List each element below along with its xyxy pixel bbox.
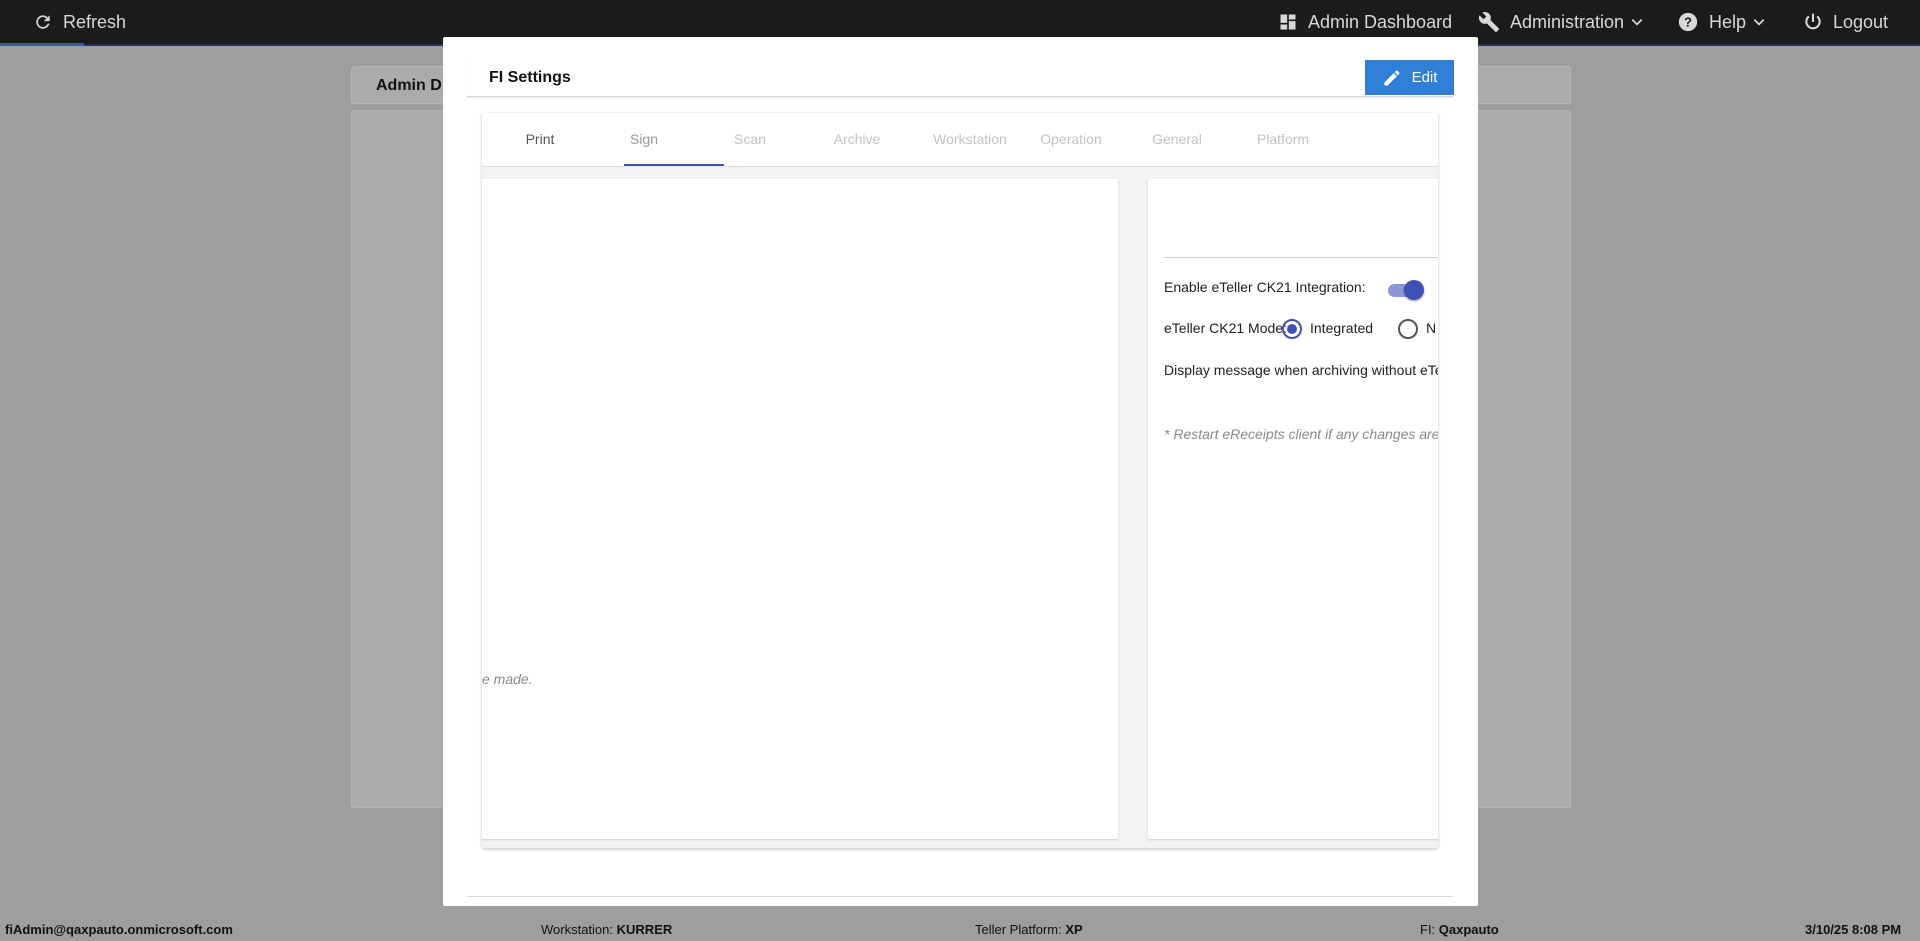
admin-dashboard-label: Admin Dashboard xyxy=(1308,11,1453,32)
tab-workstation[interactable]: Workstation xyxy=(920,131,1020,147)
enable-integration-label: Enable eTeller CK21 Integration: xyxy=(1164,279,1366,295)
help-menu[interactable]: ? Help xyxy=(1677,0,1766,44)
section-divider xyxy=(1164,257,1438,258)
mode-second-radio[interactable] xyxy=(1398,319,1418,339)
svg-text:?: ? xyxy=(1684,15,1692,30)
tab-operation[interactable]: Operation xyxy=(1036,131,1106,147)
platform-label: Teller Platform: xyxy=(975,922,1062,937)
help-label: Help xyxy=(1709,11,1747,32)
display-message-label: Display message when archiving without e… xyxy=(1164,362,1438,378)
status-fi: FI: Qaxpauto xyxy=(1420,922,1499,937)
logout-button[interactable]: Logout xyxy=(1803,0,1888,44)
edit-button[interactable]: Edit xyxy=(1365,60,1454,95)
power-icon xyxy=(1805,13,1821,30)
tab-sign[interactable]: Sign xyxy=(624,131,664,147)
platform-value: XP xyxy=(1065,922,1083,937)
tab-scan[interactable]: Scan xyxy=(730,131,770,147)
help-icon: ? xyxy=(1678,12,1698,32)
tab-print[interactable]: Print xyxy=(520,131,560,147)
administration-label: Administration xyxy=(1510,11,1625,32)
fi-value: Qaxpauto xyxy=(1438,922,1499,937)
tab-general[interactable]: General xyxy=(1142,131,1212,147)
background-page-title: Admin D xyxy=(376,77,442,94)
toggle-knob xyxy=(1404,280,1424,300)
mode-second-label: N xyxy=(1426,320,1437,336)
refresh-button[interactable]: Refresh xyxy=(33,0,126,44)
mode-integrated-label: Integrated xyxy=(1310,320,1374,336)
modal-title: FI Settings xyxy=(489,69,571,86)
status-user: fiAdmin@qaxpauto.onmicrosoft.com xyxy=(5,922,233,937)
active-tab-indicator xyxy=(624,164,724,166)
mode-integrated-radio[interactable] xyxy=(1282,319,1302,339)
workstation-value: KURRER xyxy=(616,922,673,937)
pencil-icon xyxy=(1384,70,1400,85)
tab-platform[interactable]: Platform xyxy=(1248,131,1318,147)
left-pane-note: e made. xyxy=(482,671,533,687)
status-datetime: 3/10/25 8:08 PM xyxy=(1805,922,1902,937)
enable-integration-toggle[interactable] xyxy=(1386,280,1424,300)
status-platform: Teller Platform: XP xyxy=(975,922,1083,937)
right-settings-pane: Enable eTeller CK21 Integration: eTeller… xyxy=(1148,179,1438,839)
workstation-label: Workstation: xyxy=(541,922,614,937)
fi-settings-modal: FI Settings Edit Print Sign Scan Archive… xyxy=(443,37,1478,906)
wrench-icon xyxy=(1478,12,1500,33)
chevron-down-icon xyxy=(1631,19,1643,26)
administration-menu[interactable]: Administration xyxy=(1478,0,1644,44)
fi-label: FI: xyxy=(1420,922,1436,937)
refresh-progress-indicator xyxy=(0,43,84,46)
modal-header: FI Settings xyxy=(467,59,1453,97)
dashboard-icon xyxy=(1280,14,1296,30)
status-bar: fiAdmin@qaxpauto.onmicrosoft.com Worksta… xyxy=(0,917,1920,941)
refresh-icon xyxy=(36,15,50,29)
settings-card: Print Sign Scan Archive Workstation Oper… xyxy=(482,113,1438,848)
left-settings-pane: e made. xyxy=(482,179,1118,839)
settings-tabs: Print Sign Scan Archive Workstation Oper… xyxy=(482,113,1438,167)
refresh-label: Refresh xyxy=(63,11,127,32)
chevron-down-icon xyxy=(1753,19,1765,26)
edit-label: Edit xyxy=(1411,69,1438,86)
mode-label: eTeller CK21 Mode: xyxy=(1164,320,1287,336)
logout-label: Logout xyxy=(1833,11,1889,32)
tab-archive[interactable]: Archive xyxy=(827,131,887,147)
restart-note: * Restart eReceipts client if any change… xyxy=(1164,426,1438,442)
status-workstation: Workstation: KURRER xyxy=(541,922,672,937)
